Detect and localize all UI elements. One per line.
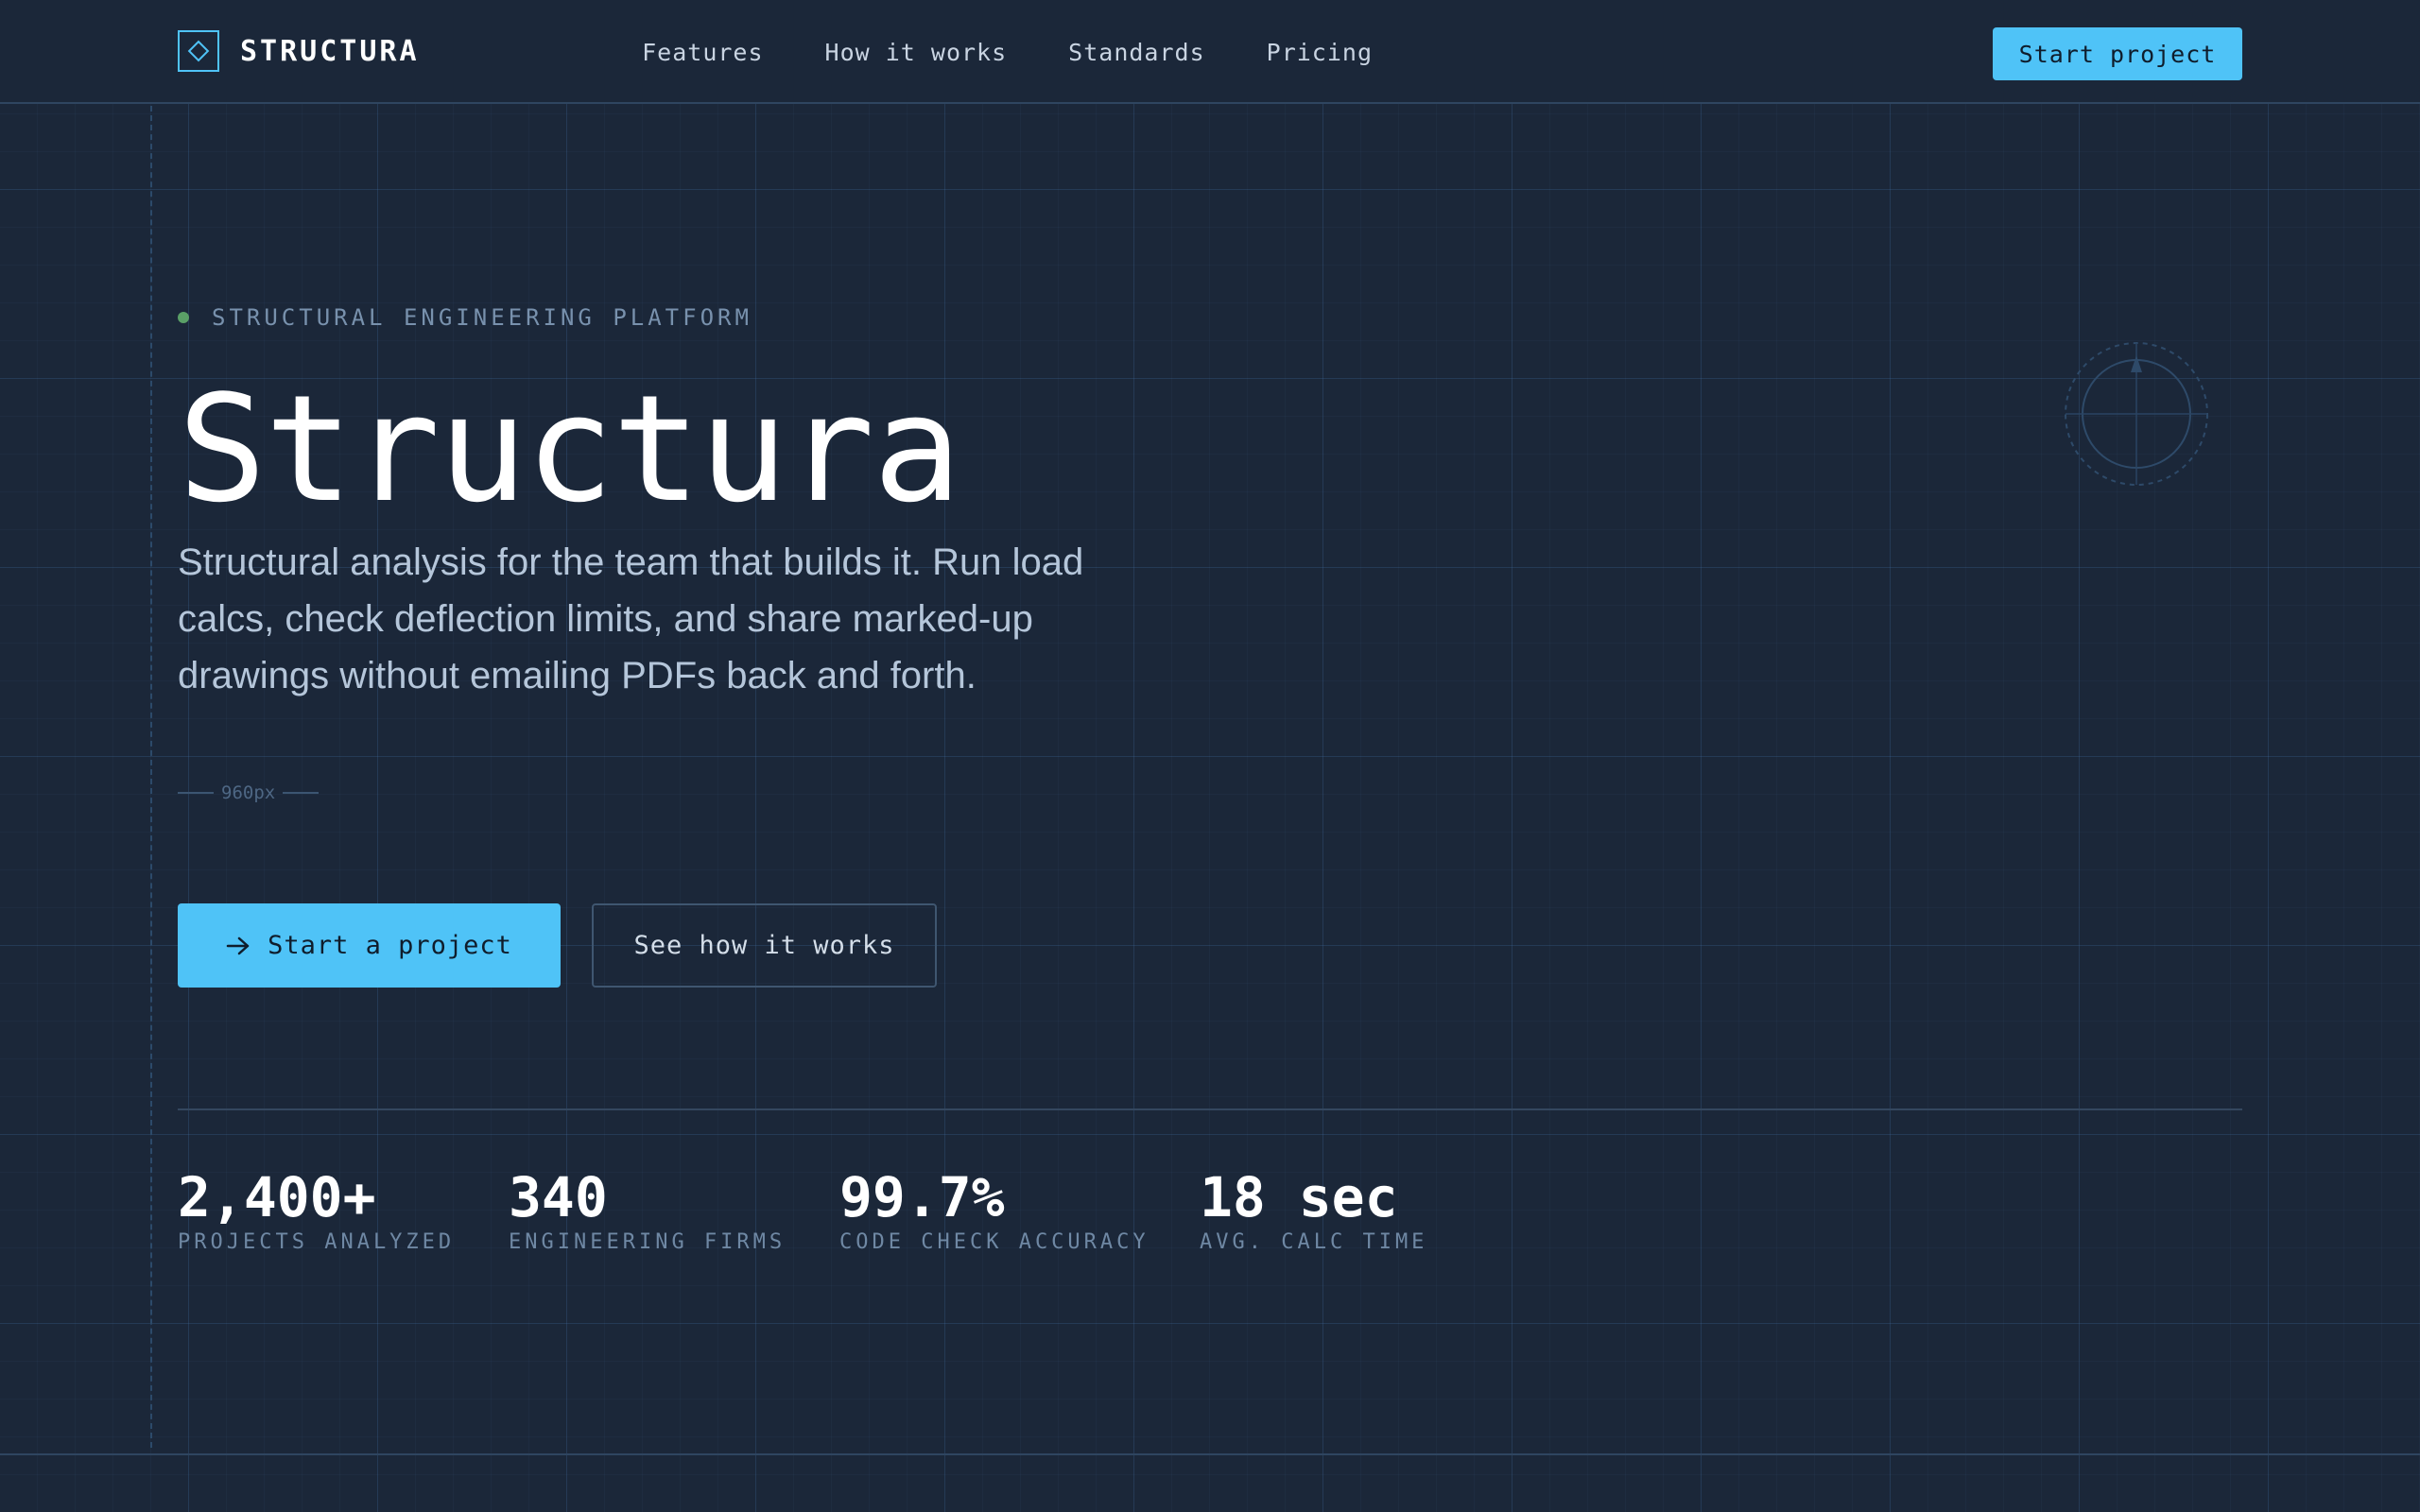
see-how-it-works-button[interactable]: See how it works: [592, 903, 937, 988]
diamond-logo-icon: [178, 30, 219, 72]
eyebrow-text: STRUCTURAL ENGINEERING PLATFORM: [212, 304, 752, 331]
start-a-project-button[interactable]: Start a project: [178, 903, 561, 988]
start-project-button[interactable]: Start project: [1993, 27, 2242, 80]
start-a-project-label: Start a project: [268, 931, 512, 960]
nav-link-how-it-works[interactable]: How it works: [825, 39, 1008, 66]
arrow-right-icon: [226, 936, 251, 956]
brand[interactable]: STRUCTURA: [178, 30, 420, 72]
nav-link-pricing[interactable]: Pricing: [1267, 39, 1373, 66]
dimension-annotation: 960px: [178, 782, 320, 803]
nav-link-features[interactable]: Features: [642, 39, 763, 66]
stat-code-check-accuracy: 99.7% CODE CHECK ACCURACY: [839, 1164, 1150, 1254]
hero-description: Structural analysis for the team that bu…: [178, 541, 1084, 696]
stat-label: ENGINEERING FIRMS: [509, 1230, 786, 1254]
status-dot: [178, 312, 189, 323]
stat-projects-analyzed: 2,400+ PROJECTS ANALYZED: [178, 1164, 455, 1254]
dimension-line-right: [283, 792, 320, 794]
stat-value: 2,400+: [178, 1165, 376, 1229]
stat-value: 340: [509, 1165, 608, 1229]
stats-divider: [178, 1108, 2242, 1110]
section-bottom-border: [0, 1453, 2420, 1455]
hero-title: Structura: [178, 363, 961, 535]
stat-label: AVG. CALC TIME: [1200, 1230, 1428, 1254]
stat-value: 18 sec: [1200, 1165, 1398, 1229]
dimension-label: 960px: [221, 782, 276, 803]
stat-label: PROJECTS ANALYZED: [178, 1230, 456, 1254]
stat-value: 99.7%: [839, 1165, 1005, 1229]
main-nav: Features How it works Standards Pricing: [642, 0, 1373, 104]
eyebrow: STRUCTURAL ENGINEERING PLATFORM: [178, 304, 752, 331]
dimension-line-left: [178, 792, 214, 794]
brand-name: STRUCTURA: [240, 34, 420, 68]
dashed-guide-line: [150, 106, 152, 1448]
compass-icon: [2061, 338, 2212, 494]
stat-engineering-firms: 340 ENGINEERING FIRMS: [509, 1164, 786, 1254]
site-header: STRUCTURA Features How it works Standard…: [0, 0, 2420, 104]
nav-link-standards[interactable]: Standards: [1068, 39, 1204, 66]
stat-avg-calc-time: 18 sec AVG. CALC TIME: [1200, 1164, 1427, 1254]
stat-label: CODE CHECK ACCURACY: [839, 1230, 1150, 1254]
